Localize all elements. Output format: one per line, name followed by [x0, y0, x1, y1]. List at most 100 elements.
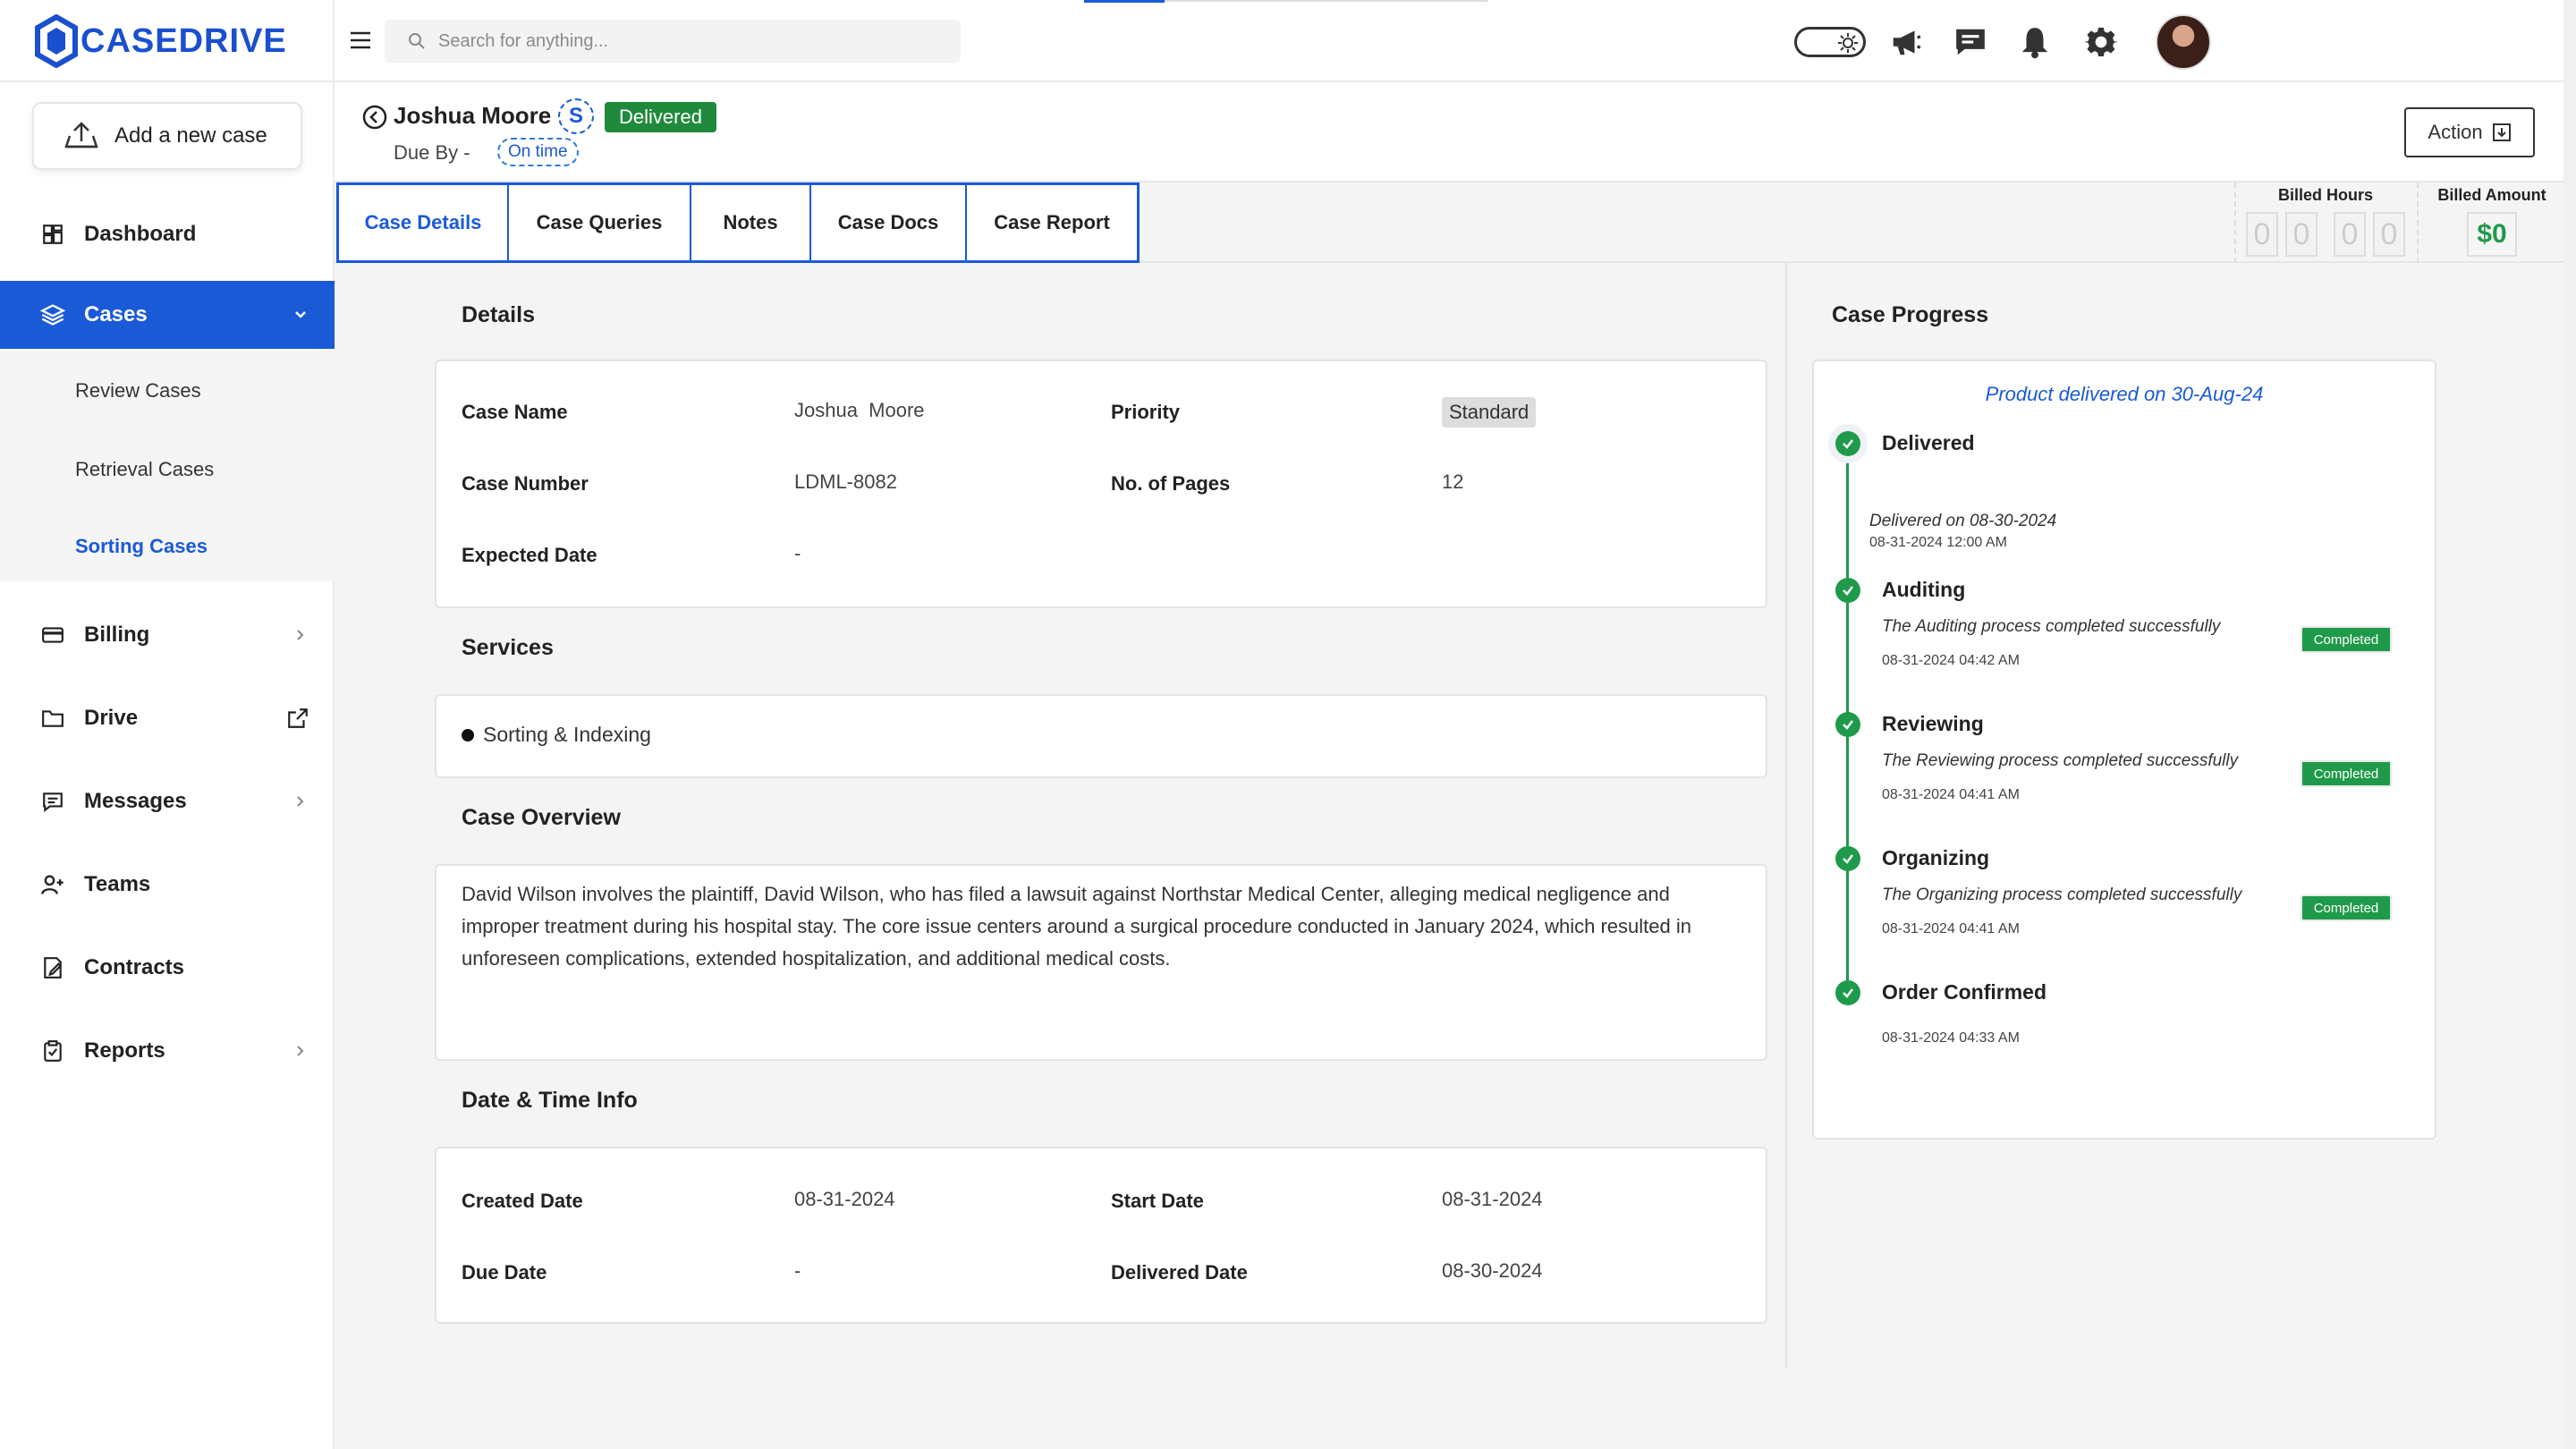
step-time: 08-31-2024 04:33 AM [1882, 1030, 2020, 1046]
step-status-badge: Completed [2301, 626, 2392, 653]
step-name: Delivered [1882, 431, 1975, 454]
add-new-case-button[interactable]: Add a new case [32, 102, 302, 170]
card-icon [39, 622, 66, 648]
sidebar-item-dashboard[interactable]: Dashboard [0, 200, 335, 268]
tab-case-queries[interactable]: Case Queries [509, 185, 691, 260]
panel-divider [1785, 263, 1787, 1368]
step-description: The Reviewing process completed successf… [1882, 751, 2239, 770]
external-link-icon[interactable] [286, 707, 309, 730]
search-bar[interactable] [385, 20, 961, 63]
tab-notes[interactable]: Notes [691, 185, 811, 260]
step-description: Delivered on 08-30-2024 [1869, 512, 2057, 530]
gear-icon[interactable] [2084, 25, 2118, 59]
sidebar-item-label: Messages [84, 789, 187, 813]
page-scrollbar[interactable] [2563, 0, 2576, 1449]
theme-toggle[interactable] [1794, 27, 1866, 57]
case-header: Joshua Moore S Delivered Due By - On tim… [335, 82, 2576, 181]
sidebar-item-billing[interactable]: Billing [0, 601, 335, 669]
created-date-label: Created Date [462, 1190, 583, 1212]
case-name-value: Joshua Moore [794, 399, 925, 421]
chat-icon[interactable] [1953, 25, 1987, 59]
sidebar-item-drive[interactable]: Drive [0, 684, 335, 752]
sidebar-item-label: Billing [84, 623, 150, 647]
case-progress-card [1812, 360, 2436, 1140]
layers-icon [39, 301, 66, 328]
chevron-down-icon [295, 311, 306, 318]
start-date-label: Start Date [1111, 1190, 1204, 1212]
check-icon [1835, 846, 1860, 871]
back-arrow-icon[interactable] [361, 104, 388, 131]
delivered-date-label: Delivered Date [1111, 1261, 1248, 1284]
hours-digit: 0 [2246, 212, 2278, 257]
bell-icon[interactable] [2018, 25, 2052, 59]
sidebar-subitem-review-cases[interactable]: Review Cases [75, 379, 201, 402]
step-name: Order Confirmed [1882, 980, 2047, 1004]
export-icon [2492, 123, 2511, 141]
brand-logo[interactable]: CASEDRIVE [34, 14, 287, 68]
case-progress-title: Case Progress [1832, 302, 1989, 327]
overview-text: David Wilson involves the plaintiff, Dav… [462, 883, 1691, 970]
sidebar: CASEDRIVE Add a new case Dashboard Cases… [0, 0, 335, 1449]
bullet-icon [462, 728, 474, 741]
search-icon [409, 33, 425, 49]
services-title: Services [462, 635, 554, 660]
created-date-value: 08-31-2024 [794, 1188, 895, 1210]
service-label: Sorting & Indexing [483, 723, 651, 746]
billed-amount-label: Billed Amount [2437, 186, 2546, 204]
sidebar-subitem-retrieval-cases[interactable]: Retrieval Cases [75, 458, 214, 481]
search-input[interactable] [438, 30, 939, 52]
due-date-value: - [794, 1259, 801, 1282]
sidebar-subitem-sorting-cases[interactable]: Sorting Cases [75, 535, 208, 558]
tab-case-details[interactable]: Case Details [339, 185, 509, 260]
tab-case-docs[interactable]: Case Docs [811, 185, 967, 260]
progress-headline: Product delivered on 30-Aug-24 [1985, 383, 2264, 405]
hours-digit: 0 [2334, 212, 2366, 257]
billed-hours-label: Billed Hours [2277, 186, 2373, 204]
details-title: Details [462, 302, 535, 327]
expected-date-label: Expected Date [462, 544, 597, 566]
brand-name: CASEDRIVE [80, 21, 287, 60]
sidebar-item-label: Contracts [84, 955, 185, 979]
step-name: Organizing [1882, 846, 1990, 869]
sidebar-item-contracts[interactable]: Contracts [0, 934, 335, 1002]
assignee-initial-badge: S [558, 98, 594, 134]
chevron-right-icon [297, 796, 304, 807]
status-badge: Delivered [605, 102, 716, 132]
tab-case-report[interactable]: Case Report [967, 185, 1137, 260]
sidebar-item-reports[interactable]: Reports [0, 1017, 335, 1085]
menu-icon[interactable] [347, 27, 374, 54]
overview-title: Case Overview [462, 805, 621, 830]
start-date-value: 08-31-2024 [1442, 1188, 1543, 1210]
billed-amount-value: $0 [2467, 212, 2517, 257]
dashboard-icon [39, 221, 66, 248]
step-description: The Auditing process completed successfu… [1882, 617, 2221, 636]
sidebar-item-label: Dashboard [84, 222, 197, 246]
expected-date-value: - [794, 542, 801, 564]
service-item: Sorting & Indexing [462, 723, 651, 747]
megaphone-icon[interactable] [1889, 25, 1923, 59]
logo-icon [35, 14, 78, 68]
details-card [435, 360, 1767, 608]
user-avatar[interactable] [2156, 14, 2211, 70]
tab-bar: Case Details Case Queries Notes Case Doc… [335, 181, 2576, 263]
sidebar-item-label: Cases [84, 302, 148, 326]
action-button[interactable]: Action [2404, 107, 2535, 157]
step-status-badge: Completed [2301, 894, 2392, 921]
message-icon [39, 788, 66, 815]
upload-icon [64, 122, 98, 148]
step-time: 08-31-2024 04:41 AM [1882, 921, 2020, 936]
pages-value: 12 [1442, 470, 1464, 493]
contract-icon [39, 954, 66, 981]
cases-submenu: Review Cases Retrieval Cases Sorting Cas… [0, 349, 335, 581]
sidebar-item-cases[interactable]: Cases [0, 281, 335, 349]
sidebar-item-teams[interactable]: Teams [0, 851, 335, 919]
hours-digit: 0 [2285, 212, 2318, 257]
top-bar [335, 0, 2576, 82]
team-icon [39, 871, 66, 898]
action-label: Action [2428, 121, 2483, 143]
step-status-badge: Completed [2301, 760, 2392, 787]
sidebar-item-messages[interactable]: Messages [0, 767, 335, 835]
step-description: The Organizing process completed success… [1882, 886, 2242, 904]
folder-icon [39, 705, 66, 732]
chevron-right-icon [297, 1046, 304, 1056]
